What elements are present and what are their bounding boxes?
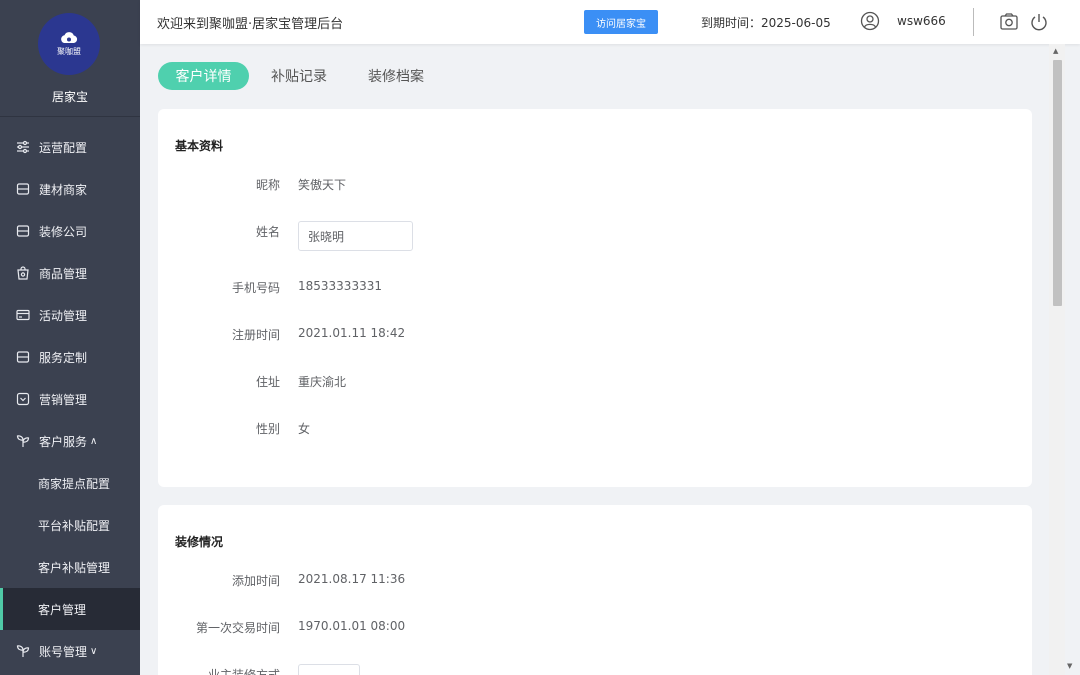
field-decoration-method: 业主装修方式 [158,666,1032,675]
sidebar-nav: 运营配置 建材商家 装修公司 商品管理 活动管理 服务定制 营销管理 客户服务 … [0,126,140,672]
sidebar-item-label: 营销管理 [39,392,88,407]
field-phone: 手机号码 18533333331 [158,279,1032,299]
store-icon [16,182,30,196]
sidebar-item-label: 客户服务 [39,434,88,449]
section-title: 基本资料 [175,139,224,153]
chevron-down-icon: ∨ [90,645,98,657]
cloud-logo-icon [61,32,78,43]
camera-icon[interactable] [999,12,1019,32]
renovation-card: 装修情况 添加时间 2021.08.17 11:36 第一次交易时间 1970.… [158,505,1032,675]
sidebar-subitem-label: 客户补贴管理 [38,560,111,575]
scroll-down-arrow-icon[interactable]: ▼ [1067,662,1072,670]
field-value: 笑傲天下 [298,178,347,192]
field-value: 2021.01.11 18:42 [298,326,406,340]
field-first-trade-time: 第一次交易时间 1970.01.01 08:00 [158,619,1032,639]
sidebar-item-service-custom[interactable]: 服务定制 [0,336,140,378]
field-address: 住址 重庆渝北 [158,373,1032,393]
field-value: 女 [298,422,311,436]
sidebar-item-label: 服务定制 [39,350,88,365]
field-label: 注册时间 [231,328,280,342]
field-register-time: 注册时间 2021.01.11 18:42 [158,326,1032,346]
brand-name: 居家宝 [51,90,88,104]
top-header: 欢迎来到聚咖盟·居家宝管理后台 访问居家宝 到期时间：2025-06-05 ws… [140,0,1080,44]
sidebar-item-label: 活动管理 [39,308,88,323]
sidebar-subitem-customer-subsidy[interactable]: 客户补贴管理 [0,546,140,588]
sliders-icon [16,140,30,154]
section-title: 装修情况 [175,535,224,549]
sidebar-subitem-label: 平台补贴配置 [38,518,111,533]
sidebar-item-account[interactable]: 账号管理 ∨ [0,630,140,672]
store-icon [16,350,30,364]
field-gender: 性别 女 [158,420,1032,440]
tab-subsidy-records[interactable]: 补贴记录 [258,62,340,90]
sidebar-item-marketing[interactable]: 营销管理 [0,378,140,420]
logo-area: 聚咖盟 居家宝 [0,0,140,117]
sidebar-item-label: 装修公司 [39,224,88,239]
scroll-up-arrow-icon[interactable]: ▲ [1053,47,1058,55]
sprout-icon [16,434,30,448]
power-icon[interactable] [1030,12,1048,32]
sidebar-item-materials-merchant[interactable]: 建材商家 [0,168,140,210]
bag-icon [16,266,30,280]
sidebar-item-products[interactable]: 商品管理 [0,252,140,294]
field-value: 1970.01.01 08:00 [298,619,406,633]
sidebar-subitem-customer-management[interactable]: 客户管理 [0,588,140,630]
sidebar-item-label: 运营配置 [39,140,88,155]
sidebar-item-label: 商品管理 [39,266,88,281]
sidebar-item-customer-service[interactable]: 客户服务 ∧ [0,420,140,462]
header-divider [973,8,974,36]
sidebar-item-ops-config[interactable]: 运营配置 [0,126,140,168]
field-value: 18533333331 [298,279,382,293]
scrollbar-thumb[interactable] [1053,60,1062,306]
basic-info-card: 基本资料 昵称 笑傲天下 姓名 张晓明 手机号码 18533333331 注册时… [158,109,1032,487]
field-label: 业主装修方式 [207,668,280,675]
logo-text: 聚咖盟 [57,47,81,56]
store-icon [16,224,30,238]
sidebar-subitem-merchant-commission[interactable]: 商家提点配置 [0,462,140,504]
tab-customer-detail[interactable]: 客户详情 [158,62,249,90]
user-icon[interactable] [860,11,880,31]
page-title: 欢迎来到聚咖盟·居家宝管理后台 [157,17,344,32]
sprout-icon [16,644,30,658]
field-value: 2021.08.17 11:36 [298,572,406,586]
sidebar-subitem-label: 客户管理 [38,602,87,617]
field-nickname: 昵称 笑傲天下 [158,176,1032,196]
field-added-time: 添加时间 2021.08.17 11:36 [158,572,1032,592]
field-name: 姓名 [158,223,1032,243]
username[interactable]: wsw666 [897,14,946,28]
field-label: 手机号码 [231,281,280,295]
sidebar: 聚咖盟 居家宝 运营配置 建材商家 装修公司 商品管理 活动管理 服务定制 营销… [0,0,140,675]
sidebar-item-activities[interactable]: 活动管理 [0,294,140,336]
chevron-up-icon: ∧ [90,435,98,447]
sidebar-item-label: 建材商家 [39,182,88,197]
logo: 聚咖盟 [38,13,100,75]
field-label: 性别 [255,422,280,436]
visit-site-button[interactable]: 访问居家宝 [584,10,658,34]
field-value: 重庆渝北 [298,375,347,389]
field-label: 住址 [255,375,280,389]
field-label: 姓名 [255,225,280,239]
sidebar-subitem-platform-subsidy[interactable]: 平台补贴配置 [0,504,140,546]
name-input[interactable]: 张晓明 [298,221,413,251]
tab-decoration-archive[interactable]: 装修档案 [355,62,437,90]
sidebar-item-decoration-company[interactable]: 装修公司 [0,210,140,252]
field-label: 昵称 [255,178,280,192]
field-label: 添加时间 [231,574,280,588]
field-label: 第一次交易时间 [195,621,280,635]
decoration-method-select[interactable] [298,664,360,675]
sidebar-subitem-label: 商家提点配置 [38,476,111,491]
sidebar-item-label: 账号管理 [39,644,88,659]
card-icon [16,308,30,322]
expire-date: 到期时间：2025-06-05 [701,16,831,30]
check-box-icon [16,392,30,406]
